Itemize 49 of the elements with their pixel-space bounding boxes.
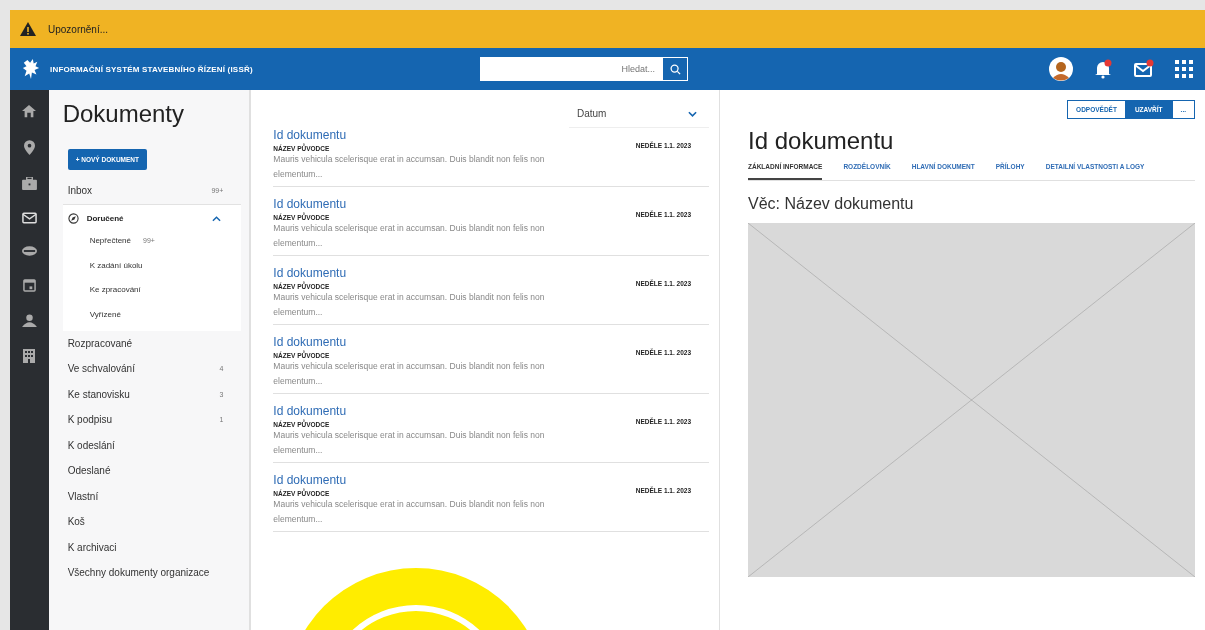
nav-item[interactable]: Odeslané bbox=[62, 458, 242, 484]
sort-dropdown[interactable]: Datum bbox=[569, 100, 709, 128]
disk-icon[interactable] bbox=[21, 246, 37, 256]
document-title-link[interactable]: Id dokumentu bbox=[273, 404, 636, 418]
briefcase-icon[interactable] bbox=[21, 177, 37, 190]
nav-subitem[interactable]: Ke zpracování bbox=[62, 277, 242, 302]
building-icon[interactable] bbox=[23, 349, 36, 363]
document-title-link[interactable]: Id dokumentu bbox=[273, 197, 636, 211]
person-icon[interactable] bbox=[21, 314, 37, 327]
mail-icon[interactable] bbox=[1133, 59, 1155, 79]
warning-icon bbox=[20, 22, 36, 36]
nav-group-label: Doručené bbox=[86, 214, 124, 223]
calendar-icon[interactable] bbox=[22, 278, 36, 292]
document-excerpt: Mauris vehicula scelerisque erat in accumsan. Duis blandit non felis non elementum... bbox=[273, 153, 546, 181]
envelope-icon[interactable] bbox=[21, 212, 37, 224]
document-title-link[interactable]: Id dokumentu bbox=[273, 266, 636, 280]
bell-icon[interactable] bbox=[1093, 59, 1113, 79]
location-pin-icon[interactable] bbox=[23, 140, 35, 155]
document-excerpt: Mauris vehicula scelerisque erat in accumsan. Duis blandit non felis non elementum... bbox=[273, 429, 546, 457]
document-excerpt: Mauris vehicula scelerisque erat in accumsan. Duis blandit non felis non elementum... bbox=[273, 360, 546, 388]
chevron-icon[interactable] bbox=[212, 215, 222, 222]
nav-item[interactable]: Všechny dokumenty organizace bbox=[62, 560, 242, 586]
document-subject: Věc: Název dokumentu bbox=[748, 195, 915, 213]
home-icon[interactable] bbox=[22, 104, 37, 118]
apps-grid-icon[interactable] bbox=[1175, 60, 1193, 78]
nav-subitem[interactable]: K zadání úkolu bbox=[62, 253, 242, 278]
document-title-link[interactable]: Id dokumentu bbox=[273, 335, 636, 349]
document-title-link[interactable]: Id dokumentu bbox=[273, 128, 636, 142]
nav-subitem[interactable]: Vyřízené bbox=[62, 302, 242, 327]
search-icon bbox=[669, 63, 681, 75]
warning-text: Upozornění... bbox=[48, 23, 109, 35]
document-excerpt: Mauris vehicula scelerisque erat in accumsan. Duis blandit non felis non elementum... bbox=[273, 498, 546, 526]
compass-icon bbox=[67, 213, 79, 224]
nav-group-item[interactable]: Doručené bbox=[62, 208, 242, 229]
sidebar-title: Dokumenty bbox=[62, 100, 186, 128]
nav-item[interactable]: K odeslání bbox=[62, 432, 242, 458]
nav-item[interactable]: Koš bbox=[62, 509, 242, 535]
nav-item[interactable]: Vlastní bbox=[62, 483, 242, 509]
document-heading: Id dokumentu bbox=[748, 127, 895, 155]
nav-item[interactable]: K archivaci bbox=[62, 534, 242, 560]
document-excerpt: Mauris vehicula scelerisque erat in accumsan. Duis blandit non felis non elementum... bbox=[273, 222, 546, 250]
app-title: INFORMAČNÍ SYSTÉM STAVEBNÍHO ŘÍZENÍ (ISSŘ) bbox=[50, 64, 254, 74]
avatar-icon[interactable] bbox=[1049, 57, 1073, 81]
chevron-down-icon bbox=[688, 110, 697, 117]
search-button[interactable] bbox=[663, 58, 687, 80]
document-excerpt: Mauris vehicula scelerisque erat in accumsan. Duis blandit non felis non elementum... bbox=[273, 291, 546, 319]
nav-item[interactable]: Rozpracované bbox=[62, 330, 242, 356]
document-title-link[interactable]: Id dokumentu bbox=[273, 473, 636, 487]
search-box[interactable]: Hledat... bbox=[480, 57, 688, 81]
